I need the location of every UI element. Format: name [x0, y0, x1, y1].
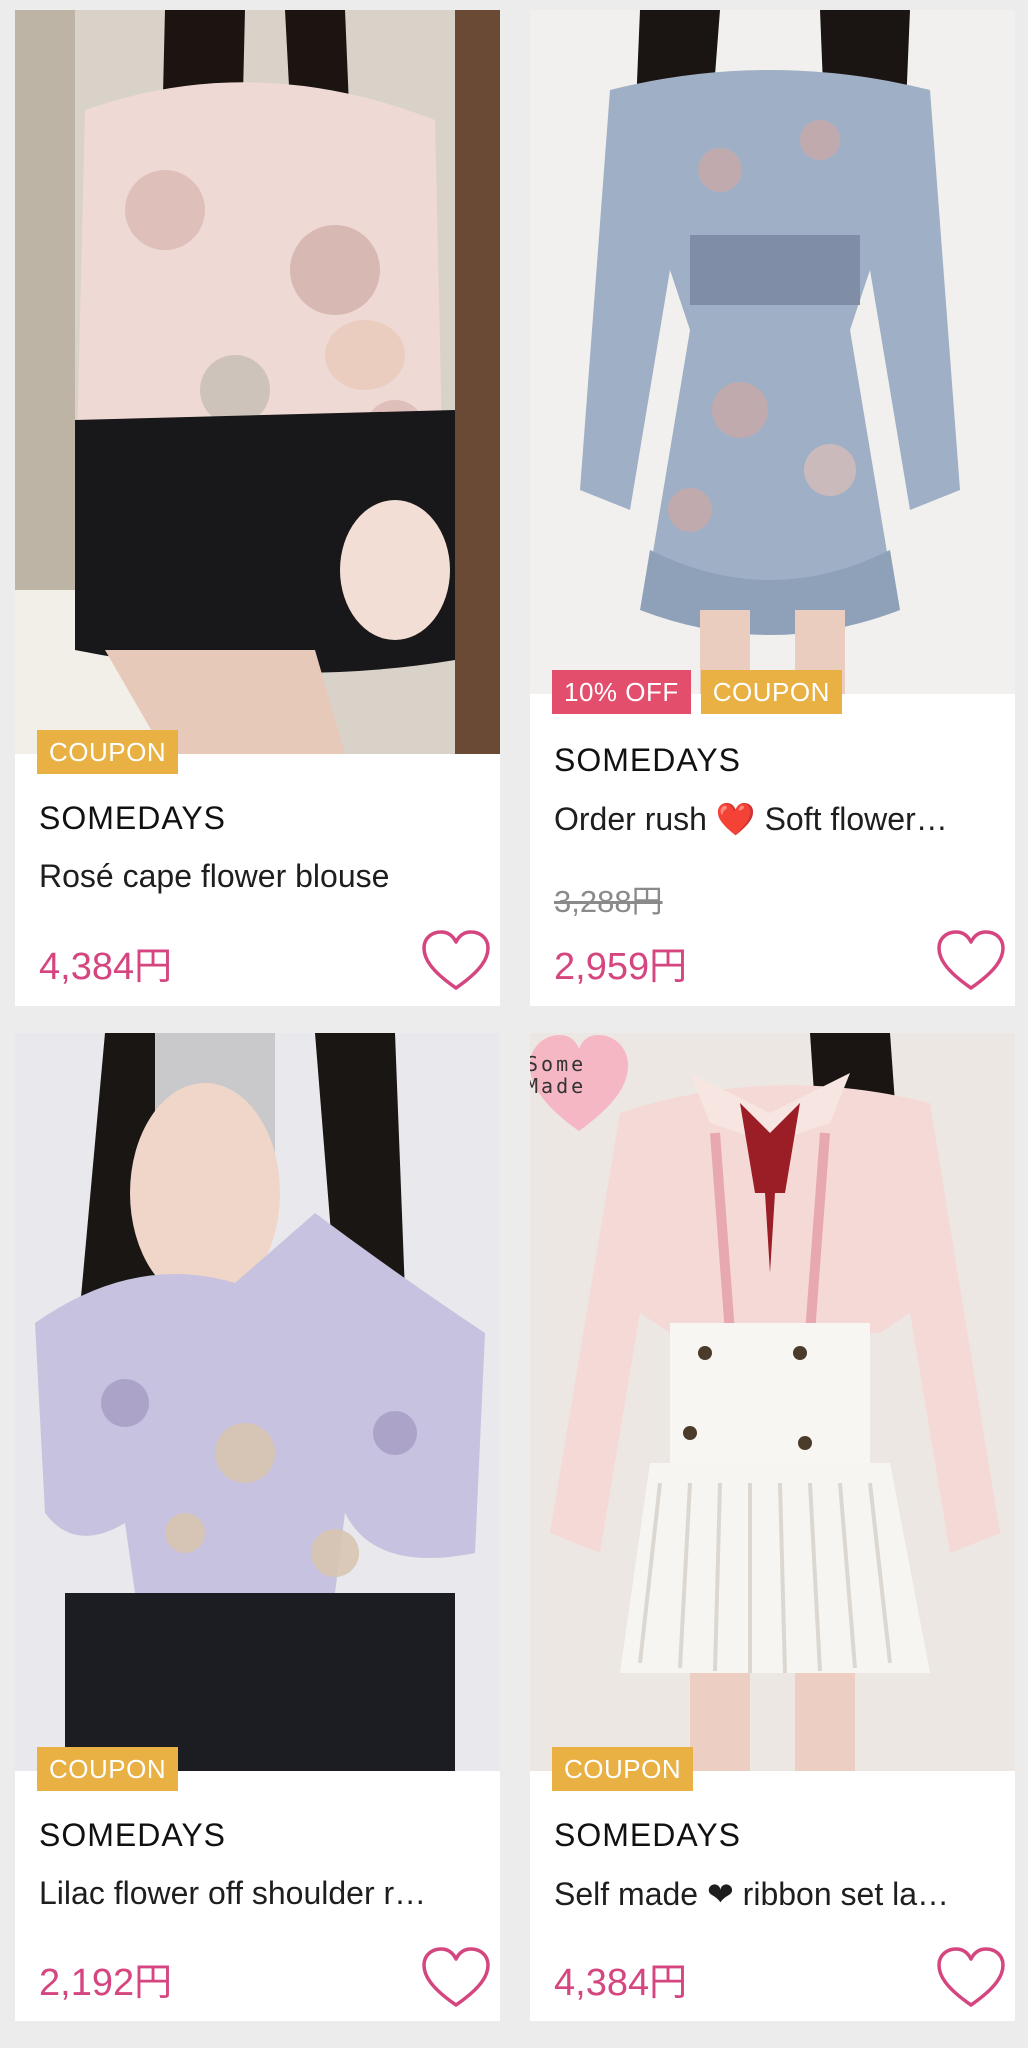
favorite-heart-icon[interactable] [420, 928, 492, 994]
product-title[interactable]: Self made ❤ ribbon set la… [554, 1875, 994, 1913]
product-card[interactable]: COUPON SOMEDAYS Lilac flower off shoulde… [15, 1033, 500, 2021]
product-image[interactable] [15, 10, 500, 754]
product-price: 2,959円 [554, 946, 688, 988]
product-image[interactable] [530, 10, 1015, 694]
badge-row: 10% OFF COUPON [552, 670, 842, 714]
product-card[interactable]: 10% OFF COUPON SOMEDAYS Order rush ❤️ So… [530, 10, 1015, 1006]
coupon-badge: COUPON [700, 670, 842, 714]
badge-row: COUPON [552, 1747, 694, 1791]
product-price: 4,384円 [554, 1962, 688, 2004]
product-title[interactable]: Rosé cape flower blouse [39, 858, 479, 895]
brand-name: SOMEDAYS [39, 800, 226, 836]
product-image[interactable] [530, 1033, 1015, 1771]
brand-name: SOMEDAYS [39, 1817, 226, 1853]
product-price: 4,384円 [39, 946, 173, 988]
somemade-label: Some Made [530, 1052, 587, 1098]
coupon-badge: COUPON [37, 1747, 179, 1791]
original-price: 3,288円 [554, 884, 663, 919]
favorite-heart-icon[interactable] [935, 1945, 1007, 2011]
somemade-heart-sticker: Some Made [530, 1033, 634, 1137]
badge-row: COUPON [37, 1747, 179, 1791]
discount-badge: 10% OFF [552, 670, 691, 714]
product-grid: COUPON SOMEDAYS Rosé cape flower blouse … [0, 0, 1028, 2048]
coupon-badge: COUPON [552, 1747, 694, 1791]
product-image[interactable] [15, 1033, 500, 1771]
favorite-heart-icon[interactable] [935, 928, 1007, 994]
product-price: 2,192円 [39, 1962, 173, 2004]
brand-name: SOMEDAYS [554, 1817, 741, 1853]
product-card[interactable]: Some Made COUPON SOMEDAYS Self made ❤ ri… [530, 1033, 1015, 2021]
product-title[interactable]: Lilac flower off shoulder r… [39, 1875, 479, 1912]
product-title[interactable]: Order rush ❤️ Soft flower… [554, 800, 994, 838]
brand-name: SOMEDAYS [554, 742, 741, 778]
favorite-heart-icon[interactable] [420, 1945, 492, 2011]
product-card[interactable]: COUPON SOMEDAYS Rosé cape flower blouse … [15, 10, 500, 1006]
coupon-badge: COUPON [37, 730, 179, 774]
badge-row: COUPON [37, 730, 179, 774]
